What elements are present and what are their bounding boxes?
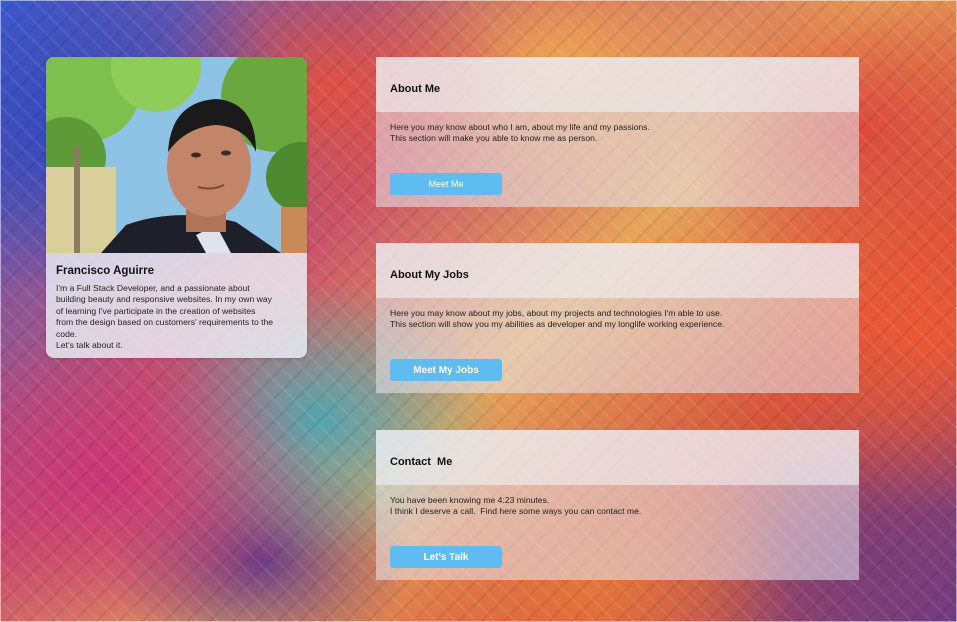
profile-card: Francisco Aguirre I'm a Full Stack Devel… [46, 57, 307, 358]
contact-me-title: Contact Me [390, 456, 453, 468]
about-my-jobs-title: About My Jobs [390, 269, 469, 281]
profile-photo [46, 57, 307, 253]
profile-bio-line: Let's talk about it. [56, 340, 123, 351]
contact-me-header: Contact Me [376, 430, 859, 485]
contact-me-body: You have been knowing me 4:23 minutes. I… [376, 485, 859, 537]
profile-bio-line: code. [56, 328, 78, 339]
meet-my-jobs-button[interactable]: Meet My Jobs [390, 359, 502, 381]
lets-talk-button[interactable]: Let's Talk [390, 546, 502, 568]
about-me-text-line: This section will make you able to know … [390, 133, 598, 144]
about-my-jobs-panel: About My Jobs Here you may know about my… [376, 243, 859, 393]
about-me-text-line: Here you may know about who I am, about … [390, 122, 650, 132]
contact-me-text-line: I think I deserve a call. Find here some… [390, 506, 642, 517]
about-me-panel: About Me Here you may know about who I a… [376, 57, 859, 207]
about-me-body: Here you may know about who I am, about … [376, 112, 859, 164]
profile-bio-line: I'm a Full Stack Developer, and a passio… [56, 283, 250, 293]
profile-bio-line: building beauty and responsive websites.… [56, 294, 272, 305]
about-me-title: About Me [390, 83, 441, 95]
about-my-jobs-text-line: Here you may know about my jobs, about m… [390, 308, 723, 318]
about-me-header: About Me [376, 57, 859, 112]
profile-bio: I'm a Full Stack Developer, and a passio… [56, 283, 297, 351]
profile-bio-line: from the design based on customers' requ… [56, 317, 274, 328]
about-my-jobs-text-line: This section will show you my abilities … [390, 319, 725, 330]
about-my-jobs-header: About My Jobs [376, 243, 859, 298]
about-my-jobs-body: Here you may know about my jobs, about m… [376, 298, 859, 350]
meet-me-button[interactable]: Meet Me [390, 173, 502, 195]
profile-photo-illustration [46, 57, 307, 253]
profile-info: Francisco Aguirre I'm a Full Stack Devel… [46, 253, 307, 357]
profile-name: Francisco Aguirre [56, 265, 154, 277]
contact-me-text-line: You have been knowing me 4:23 minutes. [390, 495, 550, 505]
contact-me-panel: Contact Me You have been knowing me 4:23… [376, 430, 859, 580]
profile-bio-line: of learning I've participate in the crea… [56, 305, 256, 316]
